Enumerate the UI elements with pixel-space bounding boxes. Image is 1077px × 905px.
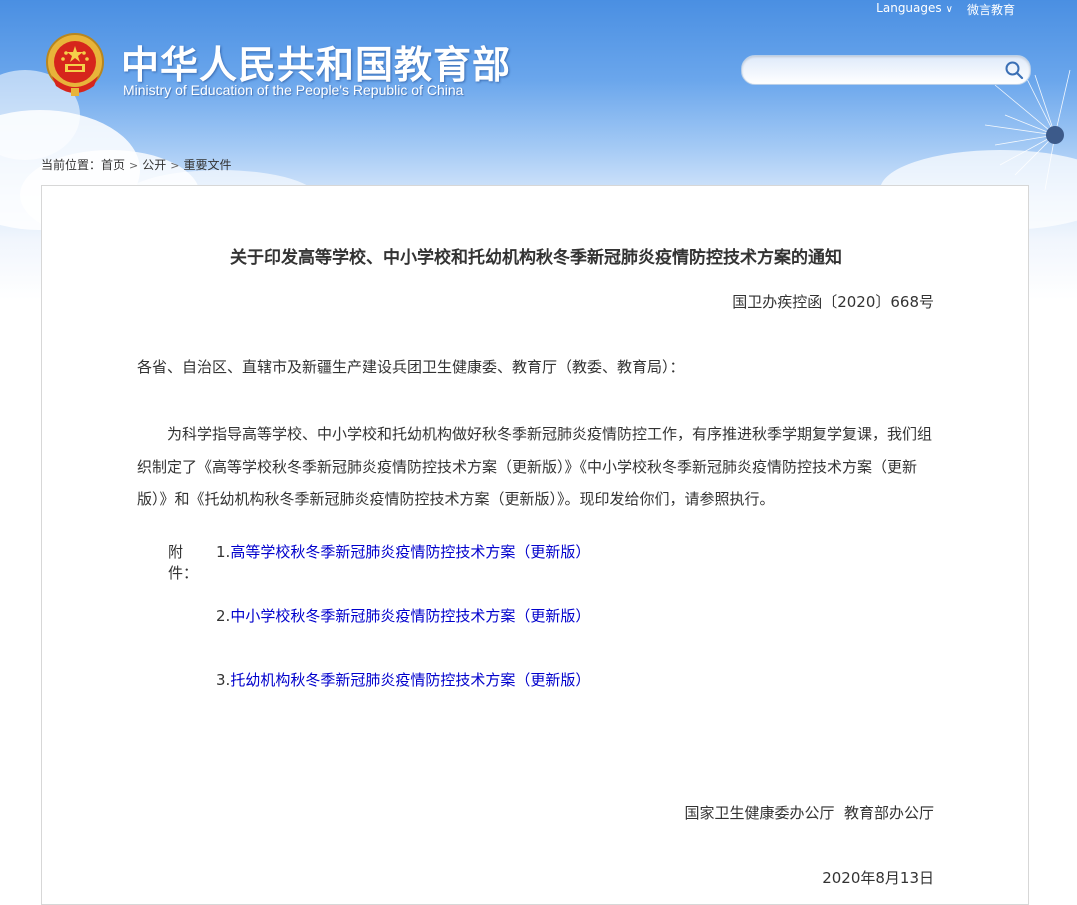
chevron-right-icon: > [170, 159, 180, 172]
document-body: 为科学指导高等学校、中小学校和托幼机构做好秋冬季新冠肺炎疫情防控工作，有序推进秋… [137, 425, 933, 508]
breadcrumb-prefix: 当前位置： [41, 158, 102, 172]
attachment-item: 1.高等学校秋冬季新冠肺炎疫情防控技术方案（更新版） [216, 541, 590, 562]
document-number: 国卫办疾控函〔2020〕668号 [732, 293, 934, 311]
search-icon[interactable] [1004, 60, 1024, 80]
site-title: 中华人民共和国教育部 [121, 43, 512, 87]
document-salutation: 各省、自治区、直辖市及新疆生产建设兵团卫生健康委、教育厅（教委、教育局）： [137, 358, 685, 376]
attachment-item: 3.托幼机构秋冬季新冠肺炎疫情防控技术方案（更新版） [216, 669, 590, 690]
document-signature: 国家卫生健康委办公厅 教育部办公厅 [684, 804, 934, 822]
top-links: Languages ∨ 微言教育 [876, 1, 1015, 18]
breadcrumb-important-docs[interactable]: 重要文件 [183, 158, 231, 172]
weixin-link[interactable]: 微言教育 [967, 1, 1015, 18]
breadcrumb-home[interactable]: 首页 [101, 158, 125, 172]
breadcrumb-public[interactable]: 公开 [142, 158, 166, 172]
attachments-label: 附件： [168, 543, 199, 582]
document-date: 2020年8月13日 [822, 869, 934, 887]
attachment-number: 2. [216, 607, 231, 625]
national-emblem-icon [46, 33, 104, 96]
languages-link[interactable]: Languages ∨ [876, 1, 953, 18]
document-title: 关于印发高等学校、中小学校和托幼机构秋冬季新冠肺炎疫情防控技术方案的通知 [230, 248, 842, 268]
attachment-link[interactable]: 托幼机构秋冬季新冠肺炎疫情防控技术方案（更新版） [230, 671, 590, 689]
site-subtitle: Ministry of Education of the People's Re… [123, 82, 464, 98]
attachment-item: 2.中小学校秋冬季新冠肺炎疫情防控技术方案（更新版） [216, 605, 590, 626]
chevron-down-icon: ∨ [945, 4, 953, 15]
chevron-right-icon: > [129, 159, 139, 172]
attachment-link[interactable]: 中小学校秋冬季新冠肺炎疫情防控技术方案（更新版） [230, 607, 590, 625]
attachment-link[interactable]: 高等学校秋冬季新冠肺炎疫情防控技术方案（更新版） [230, 543, 590, 561]
article-container: 关于印发高等学校、中小学校和托幼机构秋冬季新冠肺炎疫情防控技术方案的通知 国卫办… [41, 185, 1029, 905]
search-input[interactable] [754, 60, 998, 82]
search-box [741, 55, 1031, 85]
breadcrumb: 当前位置：首页 > 公开 > 重要文件 [41, 156, 232, 173]
attachment-number: 1. [216, 543, 231, 561]
attachment-number: 3. [216, 671, 231, 689]
